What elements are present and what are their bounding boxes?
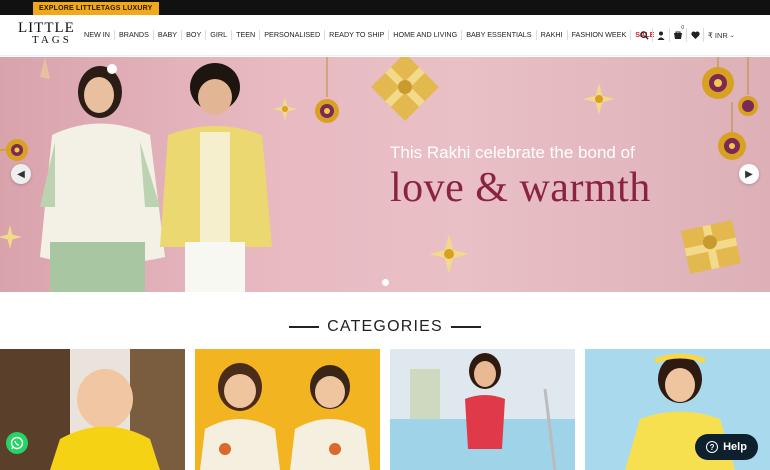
site-header: LITTLE TAGS NEW IN BRANDS BABY BOY GIRL … [0, 15, 770, 56]
rakhi-decoration-left [0, 139, 28, 161]
nav-ready-to-ship[interactable]: READY TO SHIP [325, 30, 390, 40]
chevron-left-icon: ◀ [17, 168, 25, 180]
logo-line-1: LITTLE [18, 20, 75, 36]
gift-box-bottom [680, 220, 742, 274]
category-image-swimwear [390, 349, 575, 470]
whatsapp-chat-button[interactable] [6, 432, 28, 454]
currency-label: ₹ INR [708, 30, 728, 40]
gift-box-top [371, 57, 439, 121]
nav-baby[interactable]: BABY [154, 30, 183, 40]
whatsapp-icon [10, 436, 24, 450]
question-icon: ? [706, 441, 719, 453]
main-nav: NEW IN BRANDS BABY BOY GIRL TEEN PERSONA… [80, 30, 658, 40]
hero-banner[interactable]: This Rakhi celebrate the bond of love & … [0, 57, 770, 292]
categories-title: CATEGORIES [327, 318, 443, 335]
help-label: Help [723, 441, 747, 453]
nav-teen[interactable]: TEEN [232, 30, 261, 40]
search-icon[interactable] [636, 28, 653, 42]
nav-rakhi[interactable]: RAKHI [537, 30, 568, 40]
rakhi-decoration-right [702, 57, 758, 160]
nav-girl[interactable]: GIRL [206, 30, 233, 40]
currency-selector[interactable]: ₹ INR ⌄ [704, 28, 739, 42]
carousel-next-button[interactable]: ▶ [739, 164, 759, 184]
category-card-baby[interactable] [0, 349, 185, 470]
nav-brands[interactable]: BRANDS [115, 30, 154, 40]
chevron-right-icon: ▶ [745, 168, 753, 180]
chevron-down-icon: ⌄ [729, 32, 735, 39]
nav-baby-essentials[interactable]: BABY ESSENTIALS [462, 30, 537, 40]
nav-personalised[interactable]: PERSONALISED [260, 30, 326, 40]
category-card-sleepwear[interactable] [195, 349, 380, 470]
category-card-swimwear[interactable] [390, 349, 575, 470]
cart-icon[interactable]: 0 [670, 25, 687, 42]
help-button[interactable]: ? Help [695, 434, 758, 460]
carousel-dot-active[interactable] [382, 279, 389, 286]
nav-new-in[interactable]: NEW IN [80, 30, 115, 40]
littletags-logo[interactable]: LITTLE TAGS [18, 20, 80, 48]
heading-divider-right [450, 325, 481, 328]
nav-boy[interactable]: BOY [182, 30, 207, 40]
heading-divider-left [289, 325, 320, 328]
header-icons: 0 ₹ INR ⌄ [636, 25, 739, 42]
girl-model-image [40, 57, 165, 292]
cart-count: 0 [681, 25, 684, 31]
top-bar: EXPLORE LITTLETAGS LUXURY [0, 0, 770, 15]
explore-luxury-button[interactable]: EXPLORE LITTLETAGS LUXURY [33, 2, 159, 15]
banner-artwork [0, 57, 758, 292]
category-image-baby [0, 349, 185, 470]
category-image-sleepwear [195, 349, 380, 470]
carousel-prev-button[interactable]: ◀ [11, 164, 31, 184]
banner-headline: love & warmth [390, 165, 651, 211]
nav-fashion-week[interactable]: FASHION WEEK [568, 30, 632, 40]
heart-icon[interactable] [687, 28, 704, 42]
boy-model-image [160, 63, 272, 292]
banner-tagline: This Rakhi celebrate the bond of [390, 143, 635, 162]
user-icon[interactable] [653, 28, 670, 42]
categories-heading: CATEGORIES [0, 318, 770, 336]
rakhi-decoration-center [315, 57, 339, 123]
nav-home-and-living[interactable]: HOME AND LIVING [389, 30, 463, 40]
